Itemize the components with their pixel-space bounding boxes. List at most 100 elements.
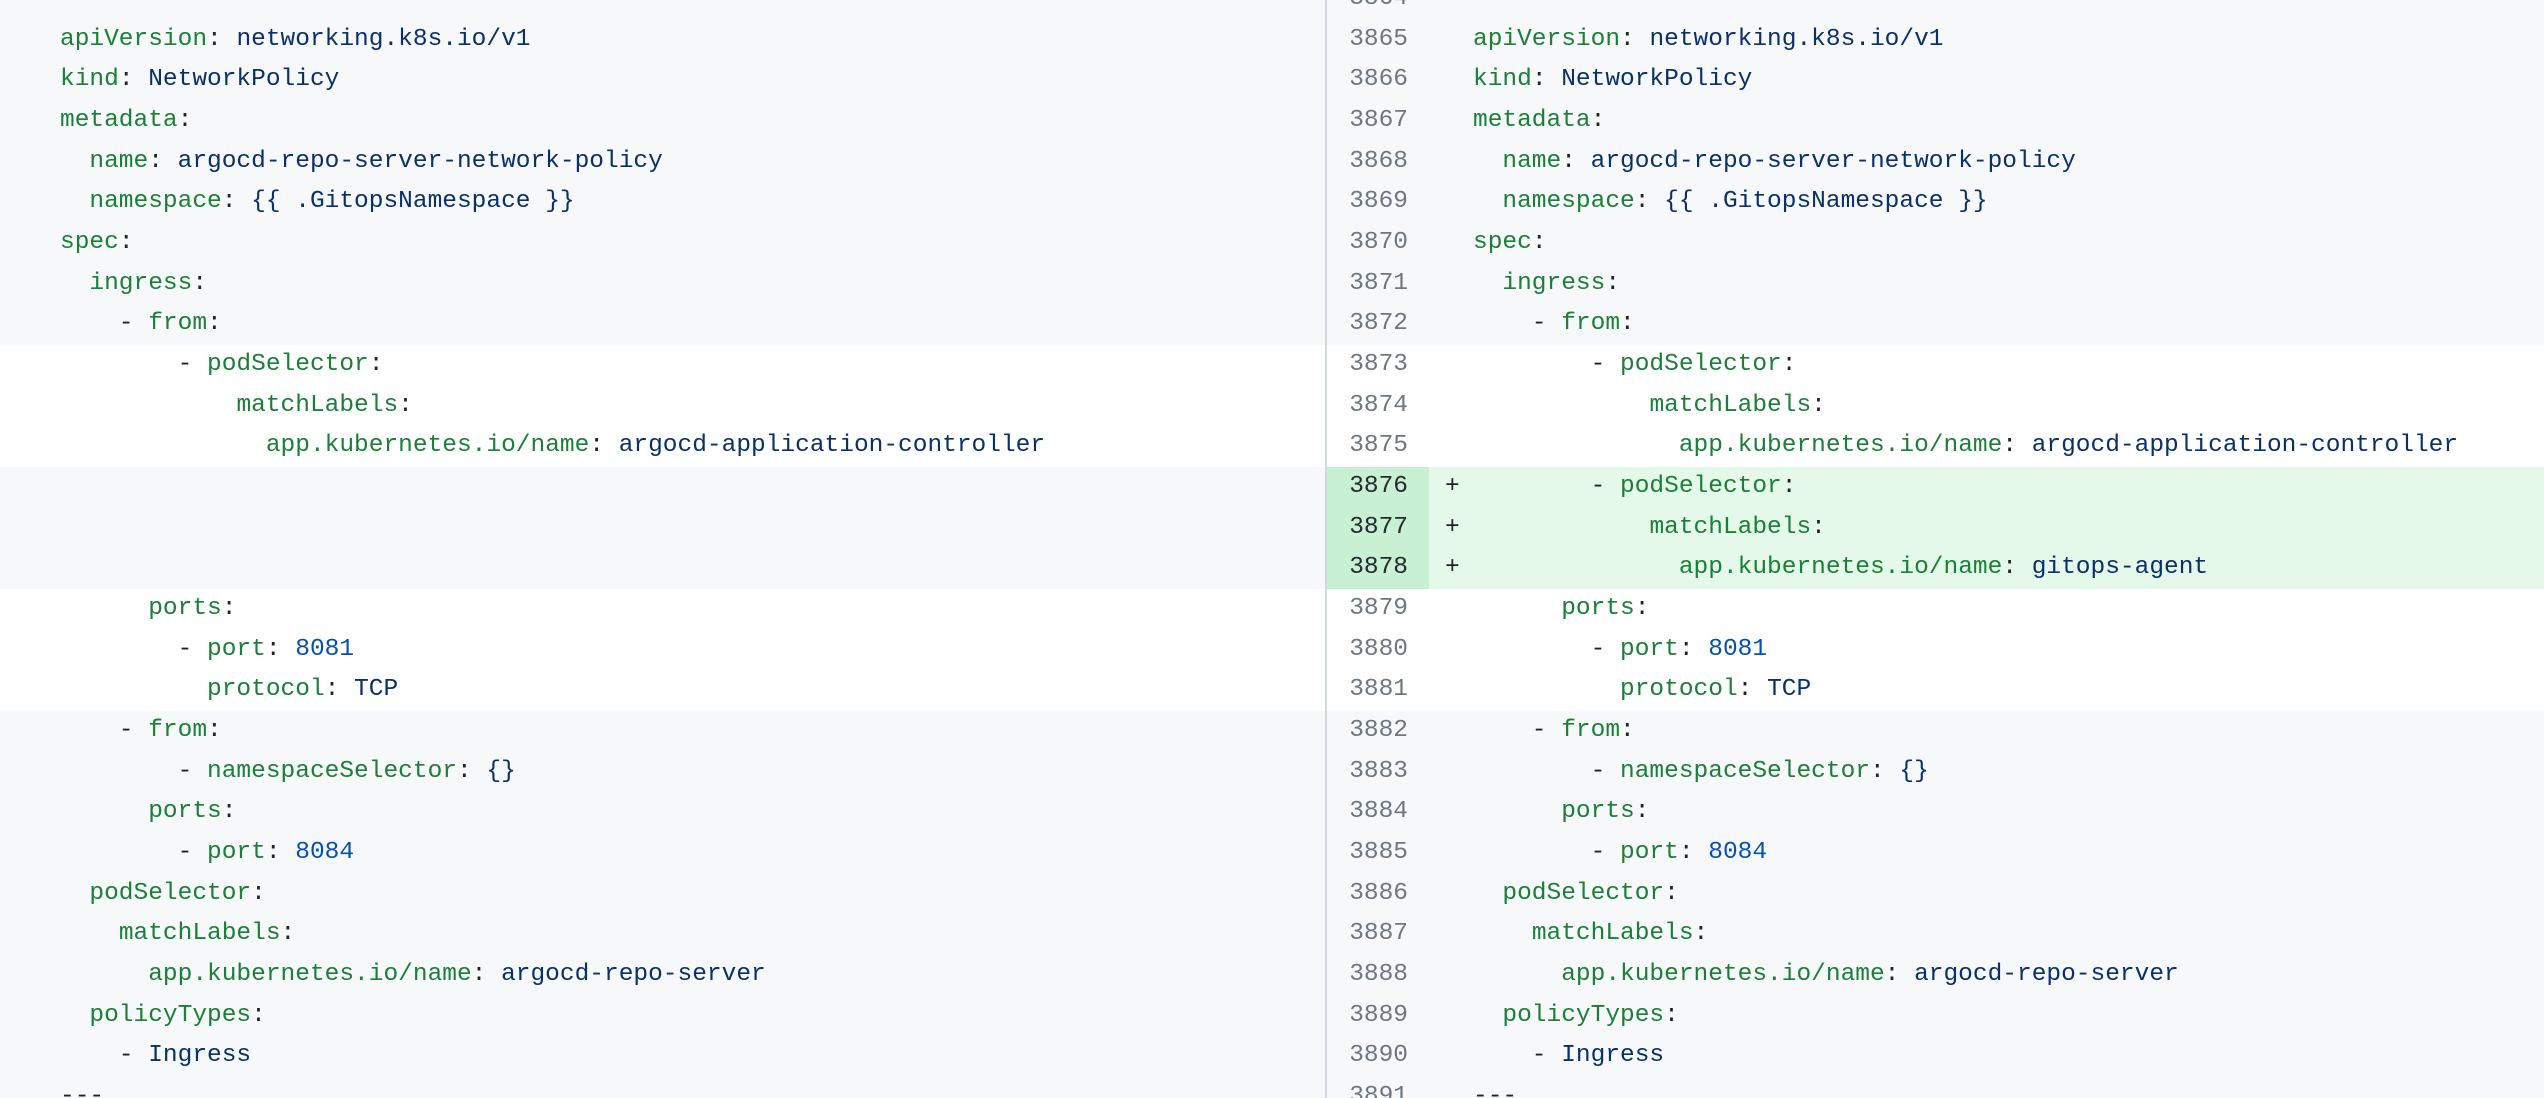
code-token-plain: : — [207, 310, 222, 337]
left-code-cell[interactable]: --- — [0, 0, 1325, 20]
left-code-cell[interactable]: - Ingress — [0, 1036, 1325, 1077]
left-code-cell[interactable]: protocol: TCP — [0, 670, 1325, 711]
code-token-plain: : — [2002, 554, 2031, 581]
left-code-cell[interactable]: - namespaceSelector: {} — [0, 752, 1325, 793]
code-token-key: port — [1620, 839, 1679, 866]
right-line-number[interactable]: 3874 — [1327, 386, 1429, 427]
right-code-cell[interactable]: matchLabels: — [1473, 508, 2544, 549]
code-token-key: ports — [148, 595, 222, 622]
right-line-number[interactable]: 3878 — [1327, 548, 1429, 589]
right-code-cell[interactable]: - port: 8081 — [1473, 630, 2544, 671]
right-code-cell[interactable]: metadata: — [1473, 101, 2544, 142]
left-code-cell[interactable]: - podSelector: — [0, 345, 1325, 386]
right-code-cell[interactable]: policyTypes: — [1473, 996, 2544, 1037]
left-code-cell[interactable]: - from: — [0, 304, 1325, 345]
right-line-number[interactable]: 3884 — [1327, 792, 1429, 833]
right-code-cell[interactable]: - from: — [1473, 711, 2544, 752]
right-code-cell[interactable]: namespace: {{ .GitopsNamespace }} — [1473, 182, 2544, 223]
code-token-key: podSelector — [89, 880, 251, 907]
right-line-number[interactable]: 3876 — [1327, 467, 1429, 508]
left-code-cell[interactable]: name: argocd-repo-server-network-policy — [0, 142, 1325, 183]
left-code-cell[interactable]: podSelector: — [0, 874, 1325, 915]
right-line-number[interactable]: 3880 — [1327, 630, 1429, 671]
right-line-number[interactable]: 3882 — [1327, 711, 1429, 752]
left-code-cell[interactable]: kind: NetworkPolicy — [0, 60, 1325, 101]
left-code-cell[interactable]: namespace: {{ .GitopsNamespace }} — [0, 182, 1325, 223]
code-token-plain: --- — [1473, 1083, 1517, 1098]
right-code-cell[interactable]: - namespaceSelector: {} — [1473, 752, 2544, 793]
code-token-plain: : — [1694, 920, 1709, 947]
right-line-number[interactable]: 3871 — [1327, 264, 1429, 305]
left-code-cell[interactable]: app.kubernetes.io/name: argocd-applicati… — [0, 426, 1325, 467]
left-code-cell[interactable]: ports: — [0, 792, 1325, 833]
right-code-cell[interactable]: ingress: — [1473, 264, 2544, 305]
right-line-number[interactable]: 3879 — [1327, 589, 1429, 630]
left-code-cell[interactable]: metadata: — [0, 101, 1325, 142]
right-code-cell[interactable]: matchLabels: — [1473, 386, 2544, 427]
code-token-key: protocol — [207, 676, 325, 703]
left-code-cell[interactable]: spec: — [0, 223, 1325, 264]
code-token-plain: : — [1620, 26, 1649, 53]
right-code-cell[interactable]: --- — [1473, 1077, 2544, 1098]
right-line-number[interactable]: 3883 — [1327, 752, 1429, 793]
right-line-number[interactable]: 3865 — [1327, 20, 1429, 61]
right-line-number[interactable]: 3875 — [1327, 426, 1429, 467]
code-token-plain — [1473, 554, 1679, 581]
right-code-cell[interactable]: - port: 8084 — [1473, 833, 2544, 874]
right-line-number[interactable]: 3890 — [1327, 1036, 1429, 1077]
right-line-number[interactable]: 3889 — [1327, 996, 1429, 1037]
left-code-cell[interactable]: policyTypes: — [0, 996, 1325, 1037]
right-code-cell[interactable]: ports: — [1473, 792, 2544, 833]
left-code-cell[interactable]: --- — [0, 1077, 1325, 1098]
right-code-cell[interactable]: app.kubernetes.io/name: argocd-repo-serv… — [1473, 955, 2544, 996]
marker-cell — [1429, 386, 1473, 427]
code-token-plain: : — [251, 1002, 266, 1029]
right-line-number[interactable]: 3885 — [1327, 833, 1429, 874]
right-line-number[interactable]: 3873 — [1327, 345, 1429, 386]
left-code-cell[interactable]: app.kubernetes.io/name: argocd-repo-serv… — [0, 955, 1325, 996]
right-code-cell[interactable]: app.kubernetes.io/name: argocd-applicati… — [1473, 426, 2544, 467]
right-code-cell[interactable]: spec: — [1473, 223, 2544, 264]
code-token-plain: : — [2002, 432, 2031, 459]
right-code-cell[interactable]: ports: — [1473, 589, 2544, 630]
right-line-number[interactable]: 3887 — [1327, 914, 1429, 955]
right-line-number[interactable]: 3891 — [1327, 1077, 1429, 1098]
left-code-cell[interactable]: ports: — [0, 589, 1325, 630]
left-code-cell[interactable]: - port: 8084 — [0, 833, 1325, 874]
right-line-number[interactable]: 3888 — [1327, 955, 1429, 996]
right-code-cell[interactable]: app.kubernetes.io/name: gitops-agent — [1473, 548, 2544, 589]
right-code-cell[interactable]: - podSelector: — [1473, 467, 2544, 508]
right-code-cell[interactable]: --- — [1473, 0, 2544, 20]
code-token-key: from — [148, 310, 207, 337]
right-line-number[interactable]: 3870 — [1327, 223, 1429, 264]
left-code-cell[interactable]: matchLabels: — [0, 386, 1325, 427]
marker-cell — [1429, 142, 1473, 183]
code-token-key: namespace — [89, 188, 221, 215]
right-code-cell[interactable]: apiVersion: networking.k8s.io/v1 — [1473, 20, 2544, 61]
right-code-cell[interactable]: - from: — [1473, 304, 2544, 345]
right-line-number[interactable]: 3881 — [1327, 670, 1429, 711]
left-code-cell[interactable]: apiVersion: networking.k8s.io/v1 — [0, 20, 1325, 61]
right-code-cell[interactable]: name: argocd-repo-server-network-policy — [1473, 142, 2544, 183]
right-line-number[interactable]: 3866 — [1327, 60, 1429, 101]
right-line-number[interactable]: 3868 — [1327, 142, 1429, 183]
right-line-number[interactable]: 3867 — [1327, 101, 1429, 142]
right-code-cell[interactable]: podSelector: — [1473, 874, 2544, 915]
left-code-cell[interactable]: matchLabels: — [0, 914, 1325, 955]
left-code-cell[interactable]: - from: — [0, 711, 1325, 752]
right-code-cell[interactable]: - podSelector: — [1473, 345, 2544, 386]
right-line-number[interactable]: 3886 — [1327, 874, 1429, 915]
right-line-number[interactable]: 3864 — [1327, 0, 1429, 20]
right-code-cell[interactable]: matchLabels: — [1473, 914, 2544, 955]
left-code-cell[interactable]: - port: 8081 — [0, 630, 1325, 671]
left-code-cell[interactable]: ingress: — [0, 264, 1325, 305]
diff-row: ingress:3871 ingress: — [0, 264, 2544, 305]
right-line-number[interactable]: 3872 — [1327, 304, 1429, 345]
right-code-cell[interactable]: - Ingress — [1473, 1036, 2544, 1077]
right-code-cell[interactable]: protocol: TCP — [1473, 670, 2544, 711]
right-line-number[interactable]: 3877 — [1327, 508, 1429, 549]
code-token-key: port — [1620, 636, 1679, 663]
right-code-cell[interactable]: kind: NetworkPolicy — [1473, 60, 2544, 101]
marker-cell — [1429, 101, 1473, 142]
right-line-number[interactable]: 3869 — [1327, 182, 1429, 223]
